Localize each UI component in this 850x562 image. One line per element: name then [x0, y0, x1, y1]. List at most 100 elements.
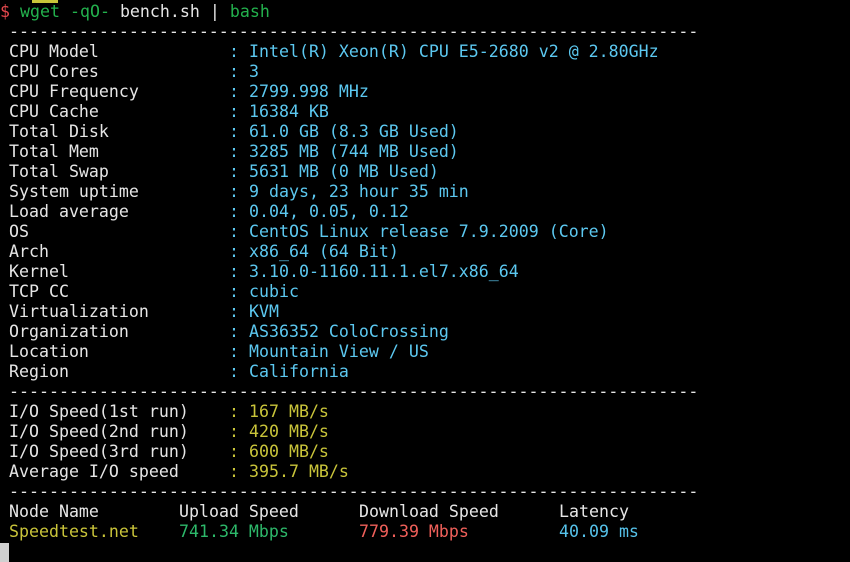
- info-colon: :: [229, 322, 239, 341]
- command-flags: -qO-: [69, 2, 110, 21]
- download-speed: 779.39 Mbps: [359, 522, 469, 541]
- header-node-name: Node Name: [9, 502, 99, 521]
- info-colon: :: [229, 222, 239, 241]
- info-row: Region: California: [9, 362, 349, 382]
- info-row: Kernel:3.10.0-1160.11.1.el7.x86_64: [9, 262, 519, 282]
- piped-program: bash: [229, 2, 270, 21]
- io-label: I/O Speed(1st run): [9, 402, 189, 421]
- info-row: Total Disk:61.0 GB (8.3 GB Used): [9, 122, 459, 142]
- info-value: 16384 KB: [249, 102, 329, 121]
- info-colon: :: [229, 122, 239, 141]
- info-value: 3285 MB (744 MB Used): [249, 142, 459, 161]
- info-value: AS36352 ColoCrossing: [249, 322, 449, 341]
- io-colon: :: [229, 422, 239, 441]
- terminal-window[interactable]: $ wget -qO- bench.sh | bash ------------…: [0, 0, 850, 562]
- info-value: California: [249, 362, 349, 381]
- info-label: CPU Frequency: [9, 82, 139, 101]
- io-row: Average I/O speed:395.7 MB/s: [9, 462, 349, 482]
- info-row: Organization: AS36352 ColoCrossing: [9, 322, 449, 342]
- header-latency: Latency: [559, 502, 629, 521]
- header-download-speed: Download Speed: [359, 502, 499, 521]
- info-colon: :: [229, 282, 239, 301]
- info-label: Total Disk: [9, 122, 109, 141]
- info-colon: :: [229, 42, 239, 61]
- info-label: System uptime: [9, 182, 139, 201]
- info-row: Location: Mountain View / US: [9, 342, 429, 362]
- info-value: 61.0 GB (8.3 GB Used): [249, 122, 459, 141]
- io-row: I/O Speed(3rd run):600 MB/s: [9, 442, 329, 462]
- info-label: Load average: [9, 202, 129, 221]
- upload-speed: 741.34 Mbps: [179, 522, 289, 541]
- info-colon: :: [229, 242, 239, 261]
- io-row: I/O Speed(1st run):167 MB/s: [9, 402, 329, 422]
- info-row: CPU Cores:3: [9, 62, 259, 82]
- separator-line: ----------------------------------------…: [9, 482, 699, 501]
- info-colon: :: [229, 342, 239, 361]
- info-colon: :: [229, 182, 239, 201]
- io-row: I/O Speed(2nd run):420 MB/s: [9, 422, 329, 442]
- io-value: 167 MB/s: [249, 402, 329, 421]
- command-line: $ wget -qO- bench.sh | bash: [0, 2, 270, 22]
- info-row: CPU Model: Intel(R) Xeon(R) CPU E5-2680 v…: [9, 42, 659, 62]
- io-label: I/O Speed(3rd run): [9, 442, 189, 461]
- header-upload-speed: Upload Speed: [179, 502, 299, 521]
- info-value: KVM: [249, 302, 279, 321]
- info-value: 3.10.0-1160.11.1.el7.x86_64: [249, 262, 519, 281]
- info-label: Arch: [9, 242, 49, 261]
- info-colon: :: [229, 162, 239, 181]
- prompt-symbol: $: [0, 2, 10, 21]
- command-name: wget: [20, 2, 60, 21]
- info-row: Arch: x86_64 (64 Bit): [9, 242, 399, 262]
- info-label: Location: [9, 342, 89, 361]
- info-value: cubic: [249, 282, 299, 301]
- io-label: Average I/O speed: [9, 462, 179, 481]
- info-value: x86_64 (64 Bit): [249, 242, 399, 261]
- info-colon: :: [229, 362, 239, 381]
- info-colon: :: [229, 302, 239, 321]
- io-value: 600 MB/s: [249, 442, 329, 461]
- info-value: 2799.998 MHz: [249, 82, 369, 101]
- info-value: CentOS Linux release 7.9.2009 (Core): [249, 222, 609, 241]
- io-label: I/O Speed(2nd run): [9, 422, 189, 441]
- info-label: Total Mem: [9, 142, 99, 161]
- io-value: 420 MB/s: [249, 422, 329, 441]
- info-value: 0.04, 0.05, 0.12: [249, 202, 409, 221]
- info-value: 3: [249, 62, 259, 81]
- info-row: TCP CC: cubic: [9, 282, 299, 302]
- info-label: CPU Model: [9, 42, 99, 61]
- info-value: 9 days, 23 hour 35 min: [249, 182, 469, 201]
- speedtest-row: Speedtest.net 741.34 Mbps 779.39 Mbps 40…: [9, 522, 709, 542]
- info-row: Total Mem:3285 MB (744 MB Used): [9, 142, 459, 162]
- pipe-symbol: |: [209, 2, 220, 21]
- io-colon: :: [229, 402, 239, 421]
- info-label: TCP CC: [9, 282, 69, 301]
- info-row: Total Swap:5631 MB (0 MB Used): [9, 162, 439, 182]
- info-label: CPU Cores: [9, 62, 99, 81]
- info-colon: :: [229, 62, 239, 81]
- speedtest-header: Node Name Upload Speed Download Speed La…: [9, 502, 709, 522]
- io-colon: :: [229, 462, 239, 481]
- separator-line: ----------------------------------------…: [9, 22, 699, 41]
- info-colon: :: [229, 82, 239, 101]
- info-colon: :: [229, 202, 239, 221]
- info-colon: :: [229, 142, 239, 161]
- info-row: Virtualization: KVM: [9, 302, 279, 322]
- info-label: CPU Cache: [9, 102, 99, 121]
- info-row: CPU Frequency:2799.998 MHz: [9, 82, 369, 102]
- info-row: Load average:0.04, 0.05, 0.12: [9, 202, 409, 222]
- info-label: OS: [9, 222, 29, 241]
- info-colon: :: [229, 102, 239, 121]
- info-row: System uptime:9 days, 23 hour 35 min: [9, 182, 469, 202]
- io-colon: :: [229, 442, 239, 461]
- info-label: Region: [9, 362, 69, 381]
- info-value: Intel(R) Xeon(R) CPU E5-2680 v2 @ 2.80GH…: [249, 42, 659, 61]
- info-label: Organization: [9, 322, 129, 341]
- terminal-cursor: [0, 543, 9, 562]
- info-value: 5631 MB (0 MB Used): [249, 162, 439, 181]
- info-row: OS: CentOS Linux release 7.9.2009 (Core): [9, 222, 609, 242]
- io-value: 395.7 MB/s: [249, 462, 349, 481]
- latency-value: 40.09 ms: [559, 522, 639, 541]
- info-label: Kernel: [9, 262, 69, 281]
- info-colon: :: [229, 262, 239, 281]
- node-name: Speedtest.net: [9, 522, 139, 541]
